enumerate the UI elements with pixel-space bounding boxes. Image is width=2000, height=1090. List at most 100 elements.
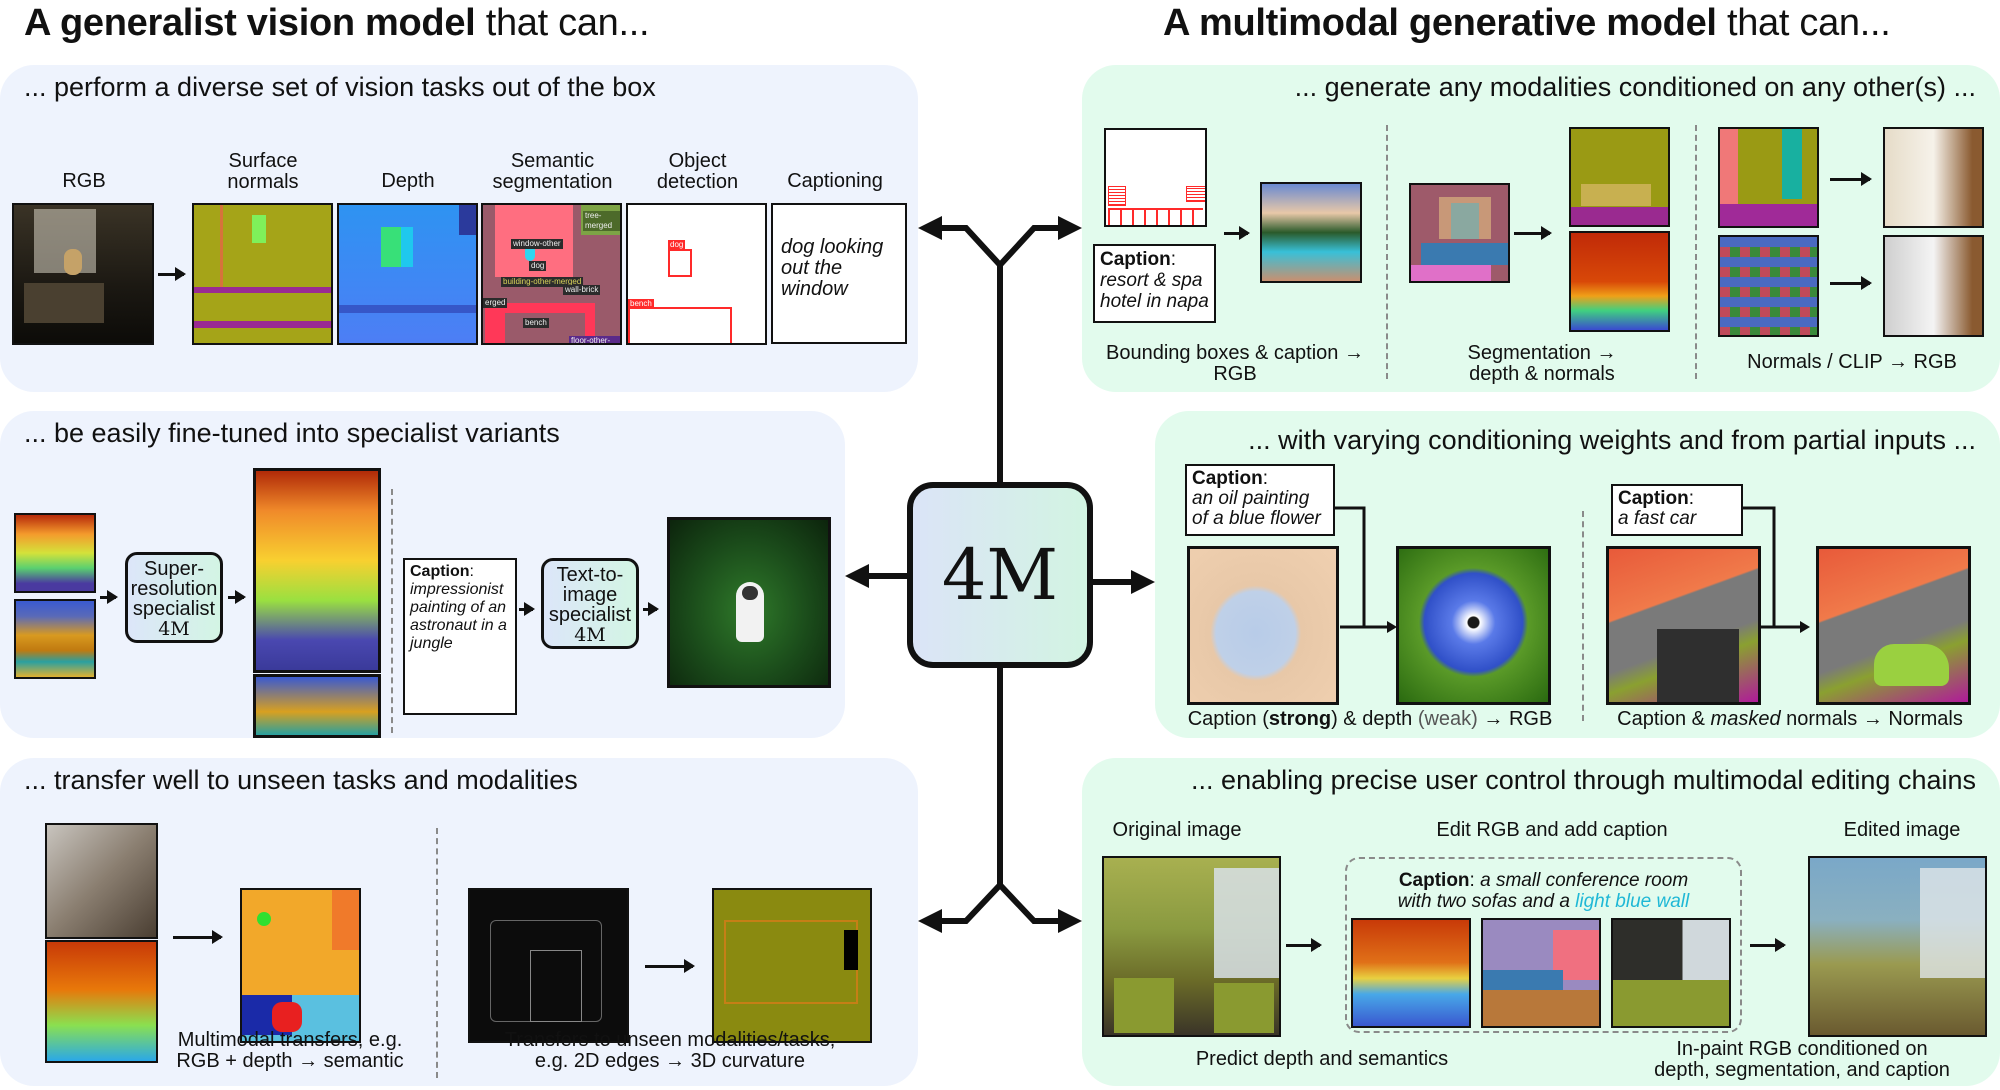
label-part: ) & depth bbox=[1331, 708, 1418, 730]
rgb-image-dog-window bbox=[12, 203, 154, 345]
arrow-right bbox=[643, 602, 659, 616]
original-room-image bbox=[1102, 856, 1281, 1037]
edit-caption: Caption: a small conference room with tw… bbox=[1397, 870, 1690, 912]
panel-editing-chains: ... enabling precise user control throug… bbox=[1082, 758, 2000, 1086]
arrow-right bbox=[1830, 276, 1872, 290]
panel-any-to-any-generation: ... generate any modalities conditioned … bbox=[1082, 65, 2000, 392]
panel-title: ... be easily fine-tuned into specialist… bbox=[24, 418, 560, 448]
surface-normals-image bbox=[192, 203, 333, 345]
label-text: Surface normals bbox=[227, 150, 299, 193]
header-edited-image: Edited image bbox=[1843, 819, 1961, 841]
arrowhead-mid-left bbox=[845, 564, 869, 588]
generated-bathroom-image-2 bbox=[1883, 235, 1984, 337]
label-bbox-to-rgb: Bounding boxes & caption → RGB bbox=[1090, 343, 1380, 385]
generated-depth-image bbox=[1569, 231, 1670, 332]
seg-tag: tree-merged bbox=[583, 211, 620, 231]
clip-input-image bbox=[1718, 235, 1819, 337]
label-part: normals → Normals bbox=[1780, 708, 1963, 730]
generated-astronaut-jungle-image bbox=[667, 517, 831, 688]
object-detection-image: dog bench bbox=[626, 203, 767, 345]
header-edit-rgb: Edit RGB and add caption bbox=[1436, 819, 1668, 841]
connector-bottom-fork bbox=[935, 880, 1065, 924]
caption-text: resort & spa bbox=[1100, 270, 1203, 291]
column-label-depth: Depth bbox=[381, 170, 435, 192]
arrowhead-bottom-right bbox=[1058, 909, 1082, 933]
label-text: Object detection bbox=[656, 150, 739, 193]
label-line: Segmentation → bbox=[1467, 342, 1617, 364]
generated-normals-image bbox=[1569, 127, 1670, 227]
seg-tag: erged bbox=[483, 298, 508, 308]
arrowhead-bottom-left bbox=[918, 909, 942, 933]
caption-key: Caption bbox=[1618, 488, 1689, 509]
panel-vision-tasks: ... perform a diverse set of vision task… bbox=[0, 65, 918, 392]
specialist-model-label: 4M bbox=[158, 618, 190, 640]
segmentation-input-image bbox=[1409, 183, 1510, 283]
caption-line: RGB + depth → semantic bbox=[176, 1050, 404, 1072]
text-to-image-specialist-box: Text-to- image specialist 4M bbox=[541, 558, 639, 649]
caption-highlight: light blue wall bbox=[1575, 891, 1690, 912]
arrow-right bbox=[1750, 938, 1786, 952]
generated-resort-pool-image bbox=[1260, 182, 1362, 283]
masked-rgb-edit-image bbox=[1611, 918, 1731, 1028]
rgb-interior-image bbox=[45, 823, 158, 939]
depth-interior-image bbox=[45, 940, 158, 1063]
depth-input-image bbox=[1187, 546, 1339, 705]
caption-line: Multimodal transfers, e.g. bbox=[177, 1029, 403, 1051]
low-res-rgb-image bbox=[14, 599, 96, 679]
label-bold: strong bbox=[1268, 708, 1332, 730]
footer-inpaint: In-paint RGB conditioned on depth, segme… bbox=[1612, 1039, 1992, 1081]
caption-key: Caption bbox=[410, 563, 470, 580]
caption-text: hotel in napa bbox=[1100, 291, 1209, 312]
label-part: → RGB bbox=[1477, 708, 1553, 730]
panel-title: ... generate any modalities conditioned … bbox=[1294, 72, 1976, 102]
panel-conditioning-weights: ... with varying conditioning weights an… bbox=[1155, 411, 2000, 738]
caption-input-box: Caption: impressionist painting of an as… bbox=[403, 558, 517, 715]
label-masked-normals: Caption & masked normals → Normals bbox=[1595, 709, 1985, 730]
seg-tag: dog bbox=[529, 261, 547, 271]
specialist-text: resolution bbox=[130, 578, 218, 600]
caption-line: e.g. 2D edges → 3D curvature bbox=[534, 1050, 806, 1072]
dashed-divider bbox=[391, 489, 393, 733]
label-seg-to-depth-normals: Segmentation → depth & normals bbox=[1417, 343, 1667, 385]
bounding-boxes-input-image bbox=[1104, 128, 1207, 227]
dashed-divider bbox=[1386, 125, 1388, 379]
caption-multimodal-transfer: Multimodal transfers, e.g. RGB + depth →… bbox=[160, 1030, 420, 1072]
arrowhead-mid-right bbox=[1131, 570, 1155, 594]
header-original-image: Original image bbox=[1112, 819, 1242, 841]
arrow-right bbox=[1224, 226, 1250, 240]
caption-text: with two sofas and a bbox=[1397, 891, 1576, 912]
arrow-right bbox=[1286, 938, 1322, 952]
caption-unseen-transfer: Transfers to unseen modalities/tasks, e.… bbox=[490, 1030, 850, 1072]
high-res-rgb-image bbox=[253, 674, 381, 738]
arrow-right bbox=[158, 267, 186, 281]
specialist-text: Text-to- bbox=[556, 564, 624, 586]
arrow-right bbox=[173, 930, 223, 944]
caption-box-fast-car: Caption: a fast car bbox=[1611, 484, 1743, 536]
panel-title: ... transfer well to unseen tasks and mo… bbox=[24, 765, 578, 795]
label-italic: masked bbox=[1710, 708, 1781, 730]
4m-label: 4M bbox=[941, 534, 1059, 616]
label-part: Caption & bbox=[1617, 708, 1711, 730]
specialist-text: specialist bbox=[548, 604, 632, 626]
arrowhead-top-right bbox=[1058, 216, 1082, 240]
arrow-right bbox=[519, 602, 535, 616]
label-line: Bounding boxes & caption → bbox=[1106, 342, 1364, 364]
dashed-divider bbox=[1582, 511, 1584, 721]
semantic-segmentation-image: tree-merged window-other dog building-ot… bbox=[481, 203, 622, 345]
captioning-output-box: dog looking out the window bbox=[771, 203, 907, 344]
detection-box-bench bbox=[628, 307, 732, 343]
dashed-divider bbox=[436, 828, 438, 1078]
seg-tag: bench bbox=[523, 318, 549, 328]
det-tag-dog: dog bbox=[668, 240, 686, 249]
low-res-depth-image bbox=[14, 513, 96, 593]
segmentation-edit-image bbox=[1481, 918, 1601, 1028]
column-label-normals: Surface normals bbox=[193, 151, 333, 193]
seg-tag: window-other bbox=[511, 239, 563, 249]
det-tag-bench: bench bbox=[628, 299, 654, 308]
specialist-text: specialist bbox=[132, 598, 216, 620]
arrow-right bbox=[228, 590, 246, 604]
caption-text: a small conference room bbox=[1480, 870, 1689, 891]
depth-image bbox=[337, 203, 478, 345]
arrow-right bbox=[1830, 172, 1872, 186]
detection-box-dog bbox=[668, 249, 692, 277]
